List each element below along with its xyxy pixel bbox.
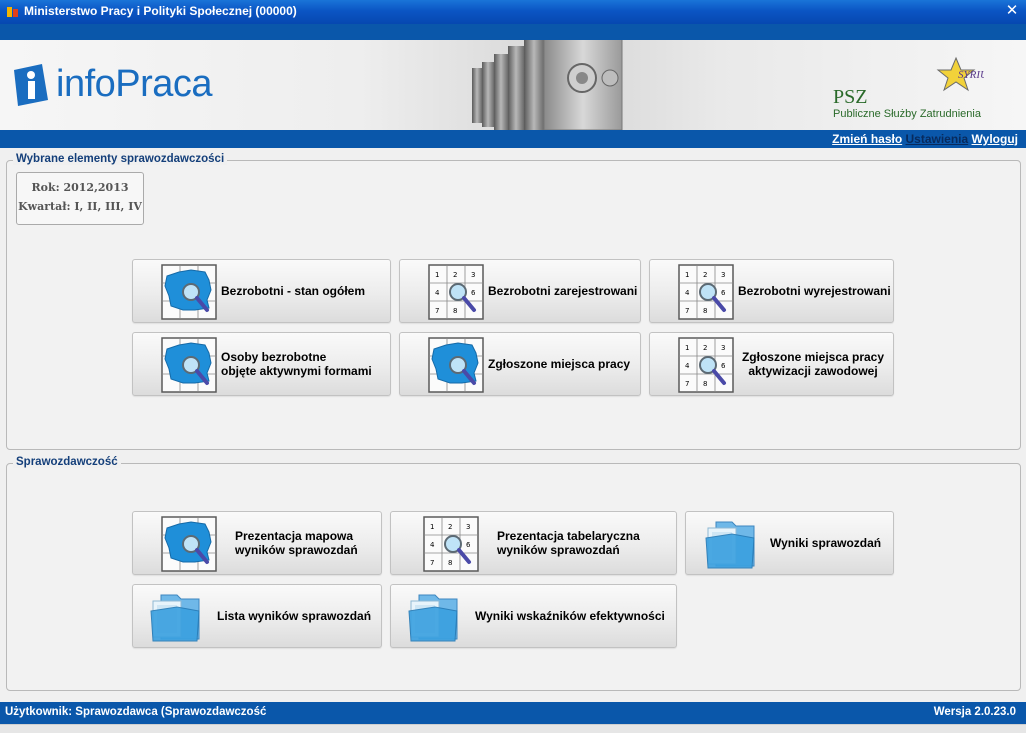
- folder-icon: [405, 589, 461, 645]
- efficiency-indicators-button[interactable]: Wyniki wskaźników efektywności: [390, 584, 677, 648]
- registered-unemployed-button[interactable]: Bezrobotni zarejestrowani: [399, 259, 641, 323]
- report-results-button[interactable]: Wyniki sprawozdań: [685, 511, 894, 575]
- header-links: Zmień hasło Ustawienia Wyloguj: [832, 132, 1018, 146]
- table-icon: [678, 264, 734, 320]
- bottom-strip: [0, 724, 1026, 733]
- title-bar: Ministerstwo Pracy i Polityki Społecznej…: [0, 0, 1026, 24]
- period-info-box: Rok: 2012,2013 Kwartał: I, II, III, IV: [16, 172, 144, 225]
- button-label: Bezrobotni - stan ogółem: [221, 284, 365, 298]
- button-label: Zgłoszone miejsca pracy aktywizacji zawod…: [741, 350, 885, 378]
- activation-job-offers-button[interactable]: Zgłoszone miejsca pracy aktywizacji zawod…: [649, 332, 894, 396]
- user-status: Użytkownik: Sprawozdawca (Sprawozdawczoś…: [5, 706, 267, 718]
- top-stripe: [0, 24, 1026, 40]
- folder-icon: [702, 516, 758, 572]
- settings-link[interactable]: Ustawienia: [906, 132, 969, 146]
- button-label: Lista wyników sprawozdań: [217, 609, 372, 623]
- table-icon: [423, 516, 479, 572]
- year-label: Rok: 2012,2013: [31, 181, 129, 194]
- svg-text:SYRIUSZ: SYRIUSZ: [958, 69, 984, 81]
- quarter-label: Kwartał: I, II, III, IV: [18, 200, 142, 213]
- button-label: Bezrobotni wyrejestrowani: [738, 284, 891, 298]
- psz-title: PSZ: [833, 86, 868, 108]
- button-label: Bezrobotni zarejestrowani: [488, 284, 638, 298]
- active-forms-unemployed-button[interactable]: Osoby bezrobotne objęte aktywnymi formami: [132, 332, 391, 396]
- table-presentation-button[interactable]: Prezentacja tabelaryczna wyników sprawozd…: [390, 511, 677, 575]
- table-icon: [678, 337, 734, 393]
- status-bar: Użytkownik: Sprawozdawca (Sprawozdawczoś…: [0, 702, 1026, 724]
- header-banner: infoPraca SYRIUSZ PSZ Publiczne Służby Z…: [0, 40, 1026, 130]
- version-label: Wersja 2.0.23.0: [933, 706, 1016, 718]
- button-label: Prezentacja mapowa wyników sprawozdań: [235, 529, 358, 557]
- unemployed-total-button[interactable]: Bezrobotni - stan ogółem: [132, 259, 391, 323]
- job-offers-button[interactable]: Zgłoszone miejsca pracy: [399, 332, 641, 396]
- button-label: Prezentacja tabelaryczna wyników sprawozd…: [497, 529, 640, 557]
- map-icon: [161, 264, 217, 320]
- button-label: Wyniki wskaźników efektywności: [475, 609, 665, 623]
- group-title: Wybrane elementy sprawozdawczości: [13, 153, 228, 165]
- group-title: Sprawozdawczość: [13, 456, 121, 468]
- map-icon: [161, 337, 217, 393]
- reporting-group: Sprawozdawczość: [6, 456, 1021, 691]
- button-label: Osoby bezrobotne objęte aktywnymi formami: [221, 350, 372, 378]
- deregistered-unemployed-button[interactable]: Bezrobotni wyrejestrowani: [649, 259, 894, 323]
- map-icon: [428, 337, 484, 393]
- report-results-list-button[interactable]: Lista wyników sprawozdań: [132, 584, 382, 648]
- change-password-link[interactable]: Zmień hasło: [832, 132, 902, 146]
- map-icon: [161, 516, 217, 572]
- server-cabinets-illustration: [472, 40, 623, 130]
- button-label: Zgłoszone miejsca pracy: [488, 357, 631, 371]
- window-title: Ministerstwo Pracy i Polityki Społecznej…: [24, 4, 297, 18]
- logo-text: infoPraca: [56, 63, 213, 105]
- map-presentation-button[interactable]: Prezentacja mapowa wyników sprawozdań: [132, 511, 382, 575]
- app-icon: [7, 7, 18, 17]
- logout-link[interactable]: Wyloguj: [972, 132, 1018, 146]
- folder-icon: [147, 589, 203, 645]
- psz-subtitle: Publiczne Służby Zatrudnienia: [833, 108, 981, 120]
- table-icon: [428, 264, 484, 320]
- close-icon[interactable]: ✕: [1004, 3, 1020, 19]
- syriusz-logo-icon: SYRIUSZ: [936, 56, 984, 92]
- infopraca-logo-icon: [14, 64, 48, 106]
- button-label: Wyniki sprawozdań: [770, 536, 882, 550]
